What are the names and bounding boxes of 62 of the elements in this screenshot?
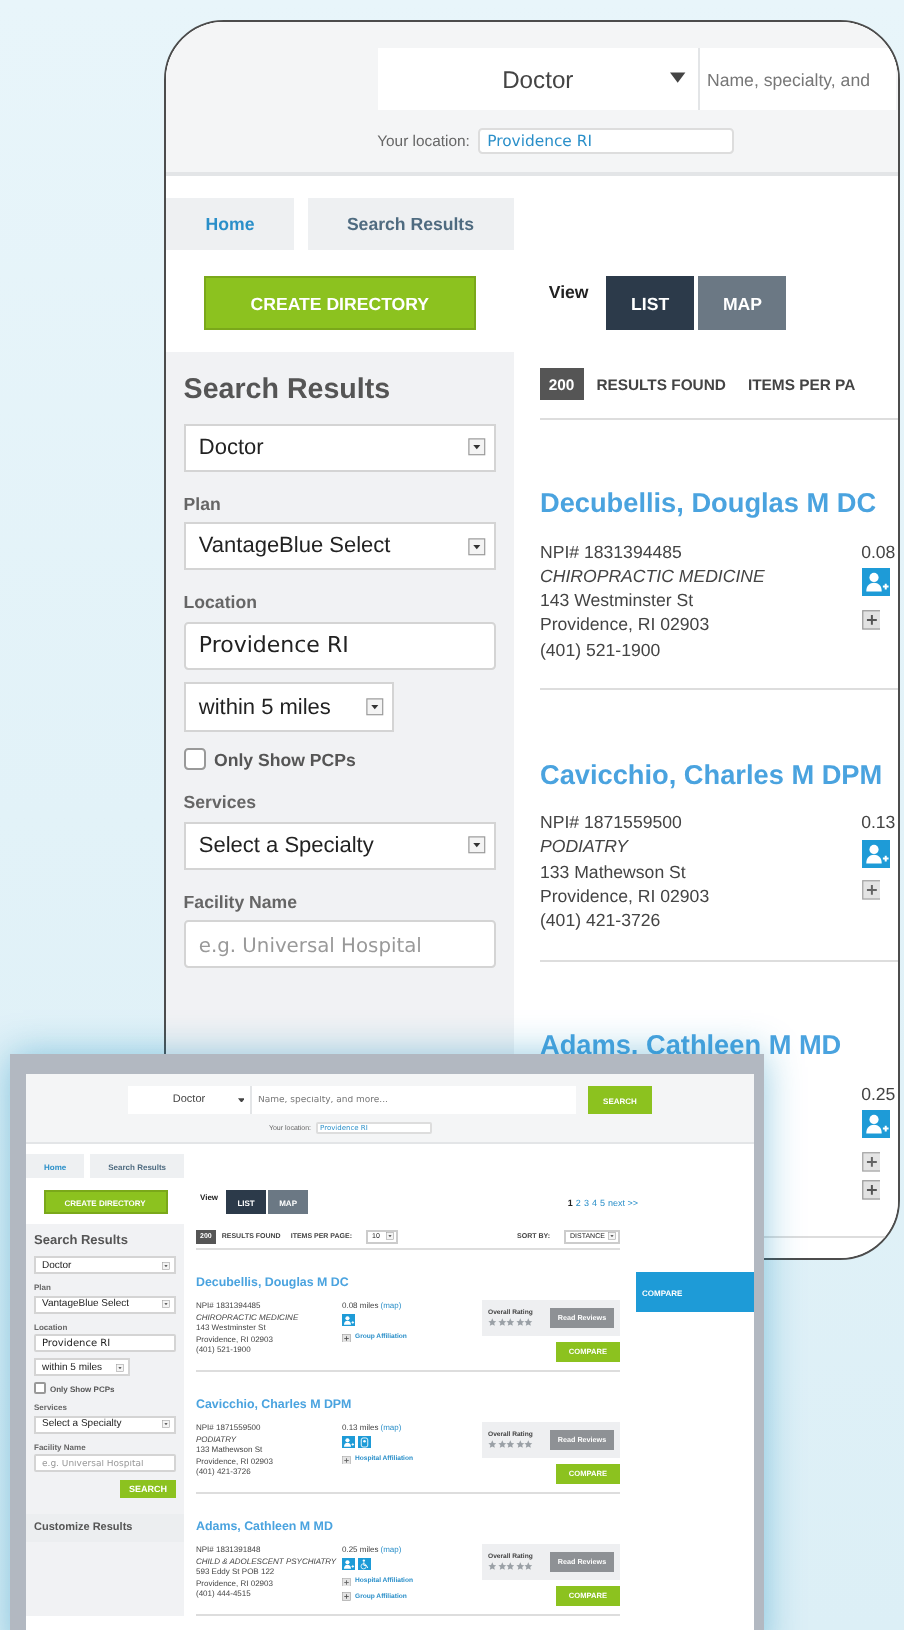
dropdown-arrow-icon [116, 1363, 124, 1371]
person-outline-icon [358, 1435, 371, 1449]
add-person-icon [342, 1313, 355, 1327]
create-directory-button[interactable]: CREATE DIRECTORY [203, 276, 477, 330]
npi-number: NPI# 1871559500 [539, 810, 684, 835]
field-label: Services [183, 792, 258, 813]
add-person-icon [861, 1110, 890, 1139]
search-field[interactable]: Name, specialty, and [698, 48, 897, 110]
expand-icon[interactable] [342, 1577, 351, 1587]
caret-icon [669, 72, 686, 84]
breadcrumb-link[interactable]: Home [166, 197, 295, 251]
provider-name-link[interactable]: Cavicchio, Charles M DPM [539, 759, 883, 790]
add-person-icon [342, 1557, 355, 1571]
npi-number: NPI# 1831394485 [539, 539, 684, 564]
dropdown-arrow-icon [162, 1420, 170, 1428]
facility-name-field[interactable]: e.g. Universal Hospital [183, 920, 496, 969]
radius-select[interactable]: within 5 miles [183, 682, 395, 732]
dropdown-arrow-icon [386, 1232, 395, 1240]
dropdown-arrow-icon [162, 1261, 170, 1269]
expand-icon[interactable] [342, 1592, 351, 1602]
add-person-icon [342, 1435, 355, 1449]
sidebar-title: Search Results [183, 373, 393, 406]
field-label: Facility Name [183, 891, 300, 912]
provider-type-select[interactable]: Doctor [183, 423, 496, 472]
view-tab[interactable]: MAP [698, 276, 787, 330]
address-line: Providence, RI 02903 [539, 883, 712, 909]
dropdown-arrow-icon [608, 1232, 616, 1240]
location-input[interactable]: Providence RI [183, 621, 496, 670]
expand-icon[interactable] [342, 1455, 351, 1465]
expand-icon[interactable] [342, 1333, 351, 1343]
phone-number: (401) 421-3726 [539, 908, 663, 934]
distance-text: 0.08 [861, 539, 896, 564]
dropdown-arrow-icon [162, 1300, 170, 1308]
wheelchair-icon [358, 1557, 371, 1571]
distance-text: 0.13 [861, 810, 896, 835]
view-tab[interactable]: LIST [606, 276, 695, 330]
specialty-text: PODIATRY [539, 834, 631, 860]
provider-type-dropdown[interactable]: Doctor [377, 48, 699, 110]
provider-name-link[interactable]: Adams, Cathleen M MD [539, 1030, 842, 1061]
expand-icon[interactable] [861, 609, 881, 630]
caret-icon [237, 1097, 244, 1102]
address-line: 143 Westminster St [539, 588, 696, 613]
specialty-select[interactable]: Select a Specialty [183, 821, 496, 870]
add-person-icon [861, 839, 890, 868]
checkbox-label: Only Show PCPs [213, 749, 356, 770]
breadcrumb-link[interactable]: Search Results [307, 197, 514, 251]
view-label: View [548, 281, 589, 302]
provider-name-link[interactable]: Decubellis, Douglas M DC [539, 488, 877, 519]
address-line: Providence, RI 02903 [539, 612, 712, 638]
expand-icon[interactable] [861, 1180, 881, 1201]
field-label: Plan [183, 493, 223, 514]
field-label: Location [183, 592, 259, 613]
plan-select[interactable]: VantageBlue Select [183, 522, 496, 571]
phone-number: (401) 521-1900 [539, 637, 663, 663]
expand-icon[interactable] [861, 880, 881, 901]
add-person-icon [861, 568, 890, 597]
distance-text: 0.25 [861, 1081, 896, 1106]
expand-icon[interactable] [861, 1151, 881, 1172]
checkbox[interactable] [183, 748, 206, 771]
address-line: 133 Mathewson St [539, 859, 688, 884]
checkbox[interactable] [34, 1382, 46, 1394]
specialty-text: CHIROPRACTIC MEDICINE [539, 563, 767, 589]
